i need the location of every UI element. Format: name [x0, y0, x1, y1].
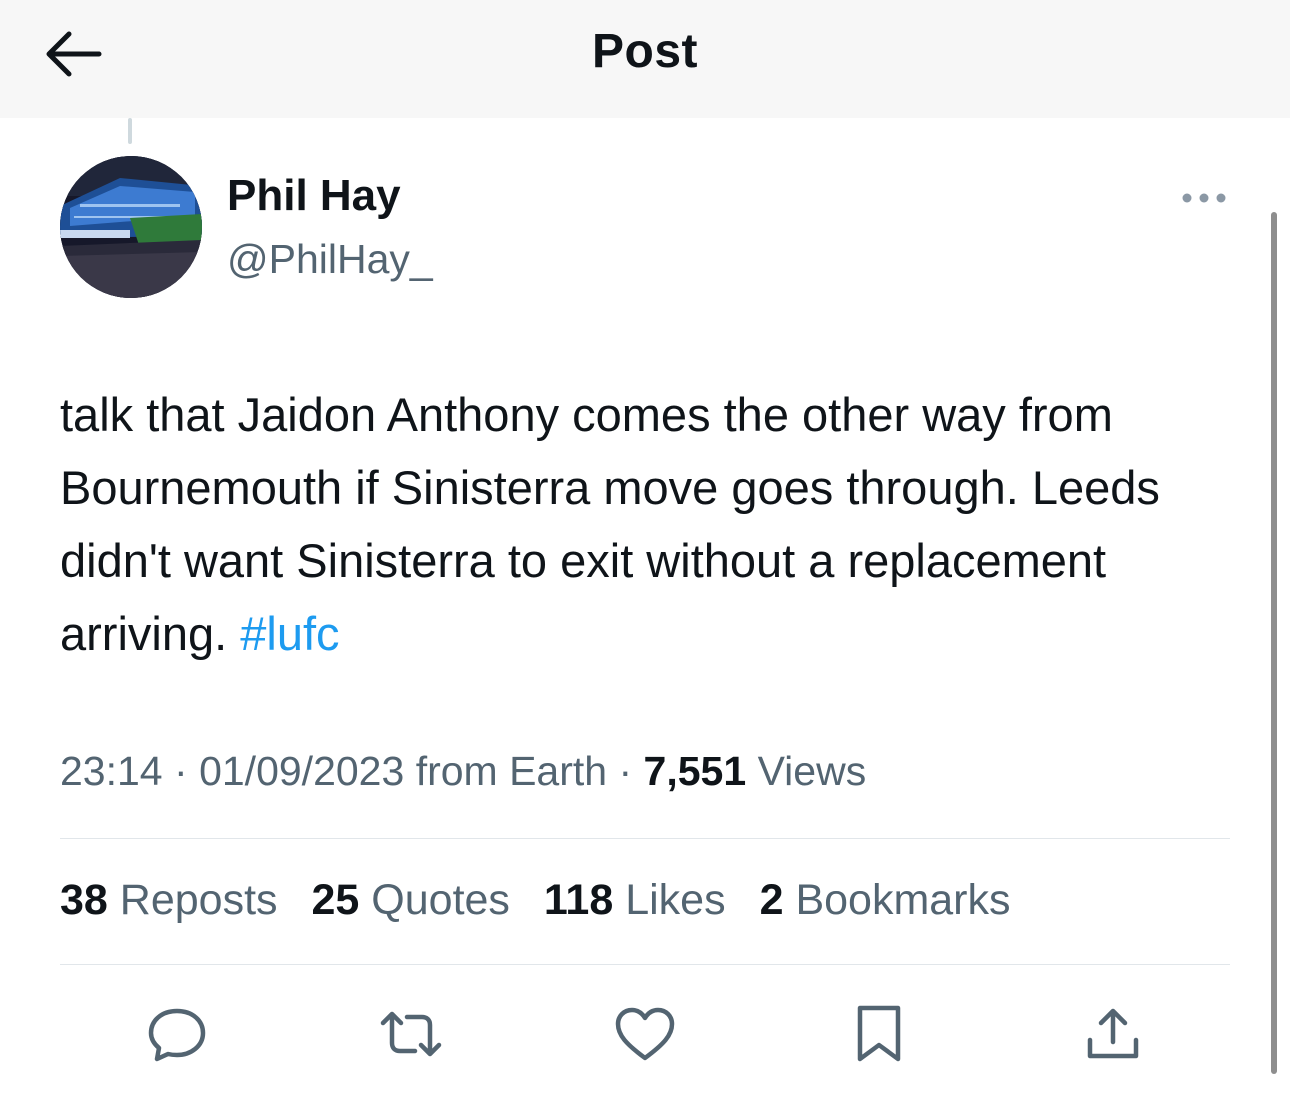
stadium-avatar-image — [60, 156, 202, 298]
page-title: Post — [591, 25, 698, 78]
divider — [60, 964, 1230, 965]
likes-label: Likes — [625, 876, 726, 924]
bookmarks-stat[interactable]: 2 Bookmarks — [760, 876, 1011, 925]
hashtag-link[interactable]: #lufc — [240, 607, 339, 660]
tweet-meta: 23:14 · 01/09/2023 from Earth · 7,551 Vi… — [60, 748, 866, 795]
quotes-label: Quotes — [371, 876, 510, 924]
bookmark-button[interactable] — [847, 1002, 911, 1066]
tweet-body: talk that Jaidon Anthony comes the other… — [60, 388, 1160, 660]
like-button[interactable] — [613, 1002, 677, 1066]
likes-stat[interactable]: 118 Likes — [544, 876, 726, 925]
quotes-count: 25 — [311, 876, 360, 924]
meta-separator: · — [618, 748, 633, 794]
engagement-stats: 38 Reposts 25 Quotes 118 Likes 2 Bookmar… — [60, 876, 1033, 925]
repost-button[interactable] — [379, 1002, 443, 1066]
top-bar: Post — [0, 0, 1290, 118]
avatar[interactable] — [60, 156, 202, 298]
bookmarks-count: 2 — [759, 876, 784, 924]
quotes-stat[interactable]: 25 Quotes — [312, 876, 510, 925]
scrollbar[interactable] — [1271, 212, 1277, 1074]
reply-button[interactable] — [145, 1002, 209, 1066]
reposts-stat[interactable]: 38 Reposts — [60, 876, 278, 925]
likes-count: 118 — [543, 876, 614, 924]
tweet-date[interactable]: 01/09/2023 — [199, 748, 404, 794]
bookmark-icon — [857, 1005, 901, 1062]
tweet-source: from Earth — [415, 748, 608, 794]
more-horizontal-icon — [1182, 193, 1226, 203]
thread-connector-line — [128, 118, 132, 144]
share-icon — [1087, 1008, 1139, 1059]
views-label: Views — [757, 748, 867, 794]
tweet-text: talk that Jaidon Anthony comes the other… — [60, 378, 1230, 670]
author-handle[interactable]: @PhilHay_ — [227, 236, 433, 283]
reply-icon — [148, 1008, 206, 1062]
bookmarks-label: Bookmarks — [795, 876, 1011, 924]
meta-separator: · — [174, 748, 188, 794]
repost-icon — [380, 1011, 442, 1057]
author-name[interactable]: Phil Hay — [227, 171, 401, 221]
reposts-count: 38 — [60, 876, 108, 924]
tweet-time[interactable]: 23:14 — [60, 748, 163, 794]
post-screen: Post Phil Hay @PhilHay_ talk that Jaidon… — [0, 0, 1290, 1117]
more-options-button[interactable] — [1176, 180, 1232, 216]
like-icon — [615, 1007, 675, 1061]
views-count: 7,551 — [643, 748, 747, 794]
share-button[interactable] — [1081, 1002, 1145, 1066]
reposts-label: Reposts — [119, 876, 278, 924]
divider — [60, 838, 1230, 839]
